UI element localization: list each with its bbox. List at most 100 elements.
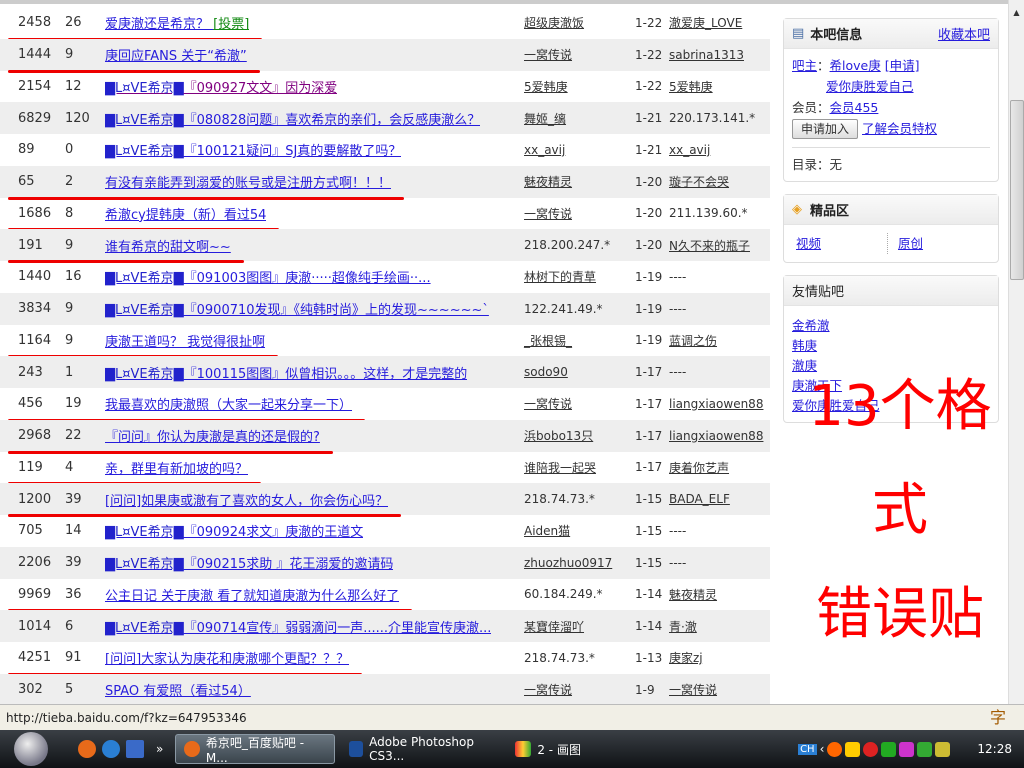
thread-title: 『091003图图』庚澈·····超像纯手绘画··... — [183, 271, 431, 287]
last-reply-link[interactable]: ---- — [669, 365, 686, 379]
thread-title-link[interactable]: ▇L¤VE希京▇『100121疑问』SJ真的要解散了吗？ — [105, 140, 401, 159]
last-reply-link[interactable]: xx_avij — [669, 143, 710, 157]
last-reply-link[interactable]: 青·澈 — [669, 618, 697, 635]
player-icon[interactable] — [827, 741, 843, 757]
scroll-up-arrow-icon[interactable]: ▲ — [1009, 8, 1024, 17]
member-privileges-link[interactable]: 了解会员特权 — [862, 121, 937, 136]
last-reply-link[interactable]: 澈爱庚_LOVE — [669, 14, 742, 31]
language-indicator[interactable]: CH — [798, 743, 817, 755]
tray-app-icon[interactable] — [917, 741, 933, 757]
last-reply-link[interactable]: ---- — [669, 524, 686, 538]
thread-title-link[interactable]: 谁有希京的甜文啊~~ — [105, 236, 231, 255]
featured-original-link[interactable]: 原创 — [888, 233, 923, 254]
task-photoshop[interactable]: Adobe Photoshop CS3... — [341, 734, 501, 764]
friend-link[interactable]: 韩庚 — [792, 338, 817, 353]
last-reply-link[interactable]: 庚着你艺声 — [669, 459, 729, 476]
author-link[interactable]: 超级庚澈饭 — [524, 14, 584, 31]
thread-title-link[interactable]: 希澈cy提韩庚（新）看过54 — [105, 204, 266, 223]
last-reply-link[interactable]: 一窝传说 — [669, 681, 717, 698]
vote-tag[interactable]: [投票] — [213, 17, 249, 32]
thread-title-link[interactable]: ▇L¤VE希京▇『090924求文』庚澈的王道文 — [105, 521, 363, 540]
last-reply-link[interactable]: 魅夜精灵 — [669, 586, 717, 603]
thread-title-link[interactable]: [问问]大家认为庚花和庚澈哪个更配？？？ — [105, 648, 349, 667]
thread-title-link[interactable]: 庚澈王道吗？ 我觉得很扯啊 — [105, 331, 265, 350]
last-reply-link[interactable]: liangxiaowen88 — [669, 429, 763, 443]
author-link[interactable]: 某寶倖溜吖 — [524, 618, 584, 635]
last-reply-link[interactable]: N久不来的瓶子 — [669, 237, 750, 254]
author-link[interactable]: sodo90 — [524, 365, 568, 379]
thread-title-link[interactable]: 有没有亲能弄到溺爱的账号或是注册方式啊！！！ — [105, 172, 391, 191]
author-link[interactable]: 5爱韩庚 — [524, 78, 568, 95]
author-link[interactable]: zhuozhuo0917 — [524, 556, 612, 570]
quicklaunch-icon[interactable] — [126, 740, 144, 758]
author-link[interactable]: 一窝传说 — [524, 395, 572, 412]
featured-video-link[interactable]: 视频 — [796, 233, 888, 254]
thread-title-link[interactable]: ▇L¤VE希京▇『090714宣传』弱弱滴问一声......介里能宣传庚澈... — [105, 617, 491, 636]
thread-title-link[interactable]: ▇L¤VE希京▇『100115图图』似曾相识。。。这样，才是完整的 — [105, 363, 467, 382]
thread-title-link[interactable]: ▇L¤VE希京▇『090927文文』因为深爱 — [105, 77, 337, 96]
author-link[interactable]: 一窝传说 — [524, 46, 572, 63]
task-firefox[interactable]: 希京吧_百度贴吧 - M... — [175, 734, 336, 765]
author-link[interactable]: 林树下的青草 — [524, 268, 596, 285]
author-link[interactable]: Aiden猫 — [524, 522, 570, 539]
author-link[interactable]: 浜bobo13只 — [524, 427, 593, 444]
thread-title-link[interactable]: 亲，群里有新加坡的吗？ — [105, 458, 248, 477]
last-reply-link[interactable]: BADA_ELF — [669, 492, 730, 506]
thread-title-link[interactable]: 我最喜欢的庚澈照（大家一起来分享一下） — [105, 394, 352, 413]
thread-title-link[interactable]: ▇L¤VE希京▇『090215求助 』花王溺爱的邀请码 — [105, 553, 393, 572]
last-reply-link[interactable]: ---- — [669, 302, 686, 316]
thread-title-link[interactable]: 公主日记 关于庚澈 看了就知道庚澈为什么那么好了 — [105, 585, 399, 604]
friend-link[interactable]: 庚澈天下 — [792, 378, 842, 393]
apply-link[interactable]: [申请] — [885, 58, 920, 73]
thread-title: SPAO 有爱照（看过54） — [105, 684, 251, 700]
thread-title-link[interactable]: ▇L¤VE希京▇『080828问题』喜欢希京的亲们，会反感庚澈么？ — [105, 109, 480, 128]
last-reply-link[interactable]: sabrina1313 — [669, 48, 744, 62]
firefox-icon[interactable] — [78, 740, 96, 758]
tray-expand-icon[interactable]: ‹ — [820, 742, 825, 756]
owner-label[interactable]: 吧主 — [792, 58, 817, 73]
task-paint[interactable]: 2 - 画图 — [507, 734, 667, 764]
last-reply-link[interactable]: ---- — [669, 556, 686, 570]
tray-app-icon[interactable] — [899, 741, 915, 757]
scrollbar-thumb[interactable] — [1010, 100, 1024, 280]
last-reply-link[interactable]: ---- — [669, 270, 686, 284]
author-link[interactable]: 一窝传说 — [524, 681, 572, 698]
last-reply-link[interactable]: 211.139.60.* — [669, 206, 748, 220]
join-button[interactable]: 申请加入 — [792, 119, 859, 139]
start-button[interactable] — [14, 732, 48, 766]
last-reply-link[interactable]: 璇子不会哭 — [669, 173, 729, 190]
author-link[interactable]: xx_avij — [524, 143, 565, 157]
last-reply-link[interactable]: 220.173.141.* — [669, 111, 755, 125]
thread-title-link[interactable]: 『问问』你认为庚澈是真的还是假的? — [105, 426, 320, 445]
thread-title-link[interactable]: SPAO 有爱照（看过54） — [105, 680, 251, 699]
last-reply-link[interactable]: 5爱韩庚 — [669, 78, 713, 95]
owner-link[interactable]: 希love庚 — [830, 58, 881, 73]
thread-title-link[interactable]: 庚回应FANS 关于“希澈” — [105, 45, 247, 64]
ie-icon[interactable] — [102, 740, 120, 758]
author-link[interactable]: 谁陪我一起哭 — [524, 459, 596, 476]
favorite-link[interactable]: 收藏本吧 — [938, 24, 990, 43]
quicklaunch-chevron[interactable]: » — [156, 742, 163, 756]
tray-app-icon[interactable] — [881, 741, 897, 757]
owner-link[interactable]: 爱你庚胜爱自己 — [826, 79, 914, 94]
author-link[interactable]: 一窝传说 — [524, 205, 572, 222]
members-link[interactable]: 会员455 — [830, 100, 879, 115]
author-link[interactable]: _张根锡_ — [524, 332, 572, 349]
thread-title-link[interactable]: ▇L¤VE希京▇『0900710发现』《纯韩时尚》上的发现~~~~~~` — [105, 299, 489, 318]
last-reply-link[interactable]: 蓝调之伤 — [669, 332, 717, 349]
thread-title-link[interactable]: ▇L¤VE希京▇『091003图图』庚澈·····超像纯手绘画··... — [105, 267, 431, 286]
last-reply-link[interactable]: 庚家zj — [669, 649, 703, 666]
tray-app-icon[interactable] — [935, 741, 951, 757]
friend-link[interactable]: 金希澈 — [792, 318, 830, 333]
thread-title-link[interactable]: [问问]如果庚或澈有了喜欢的女人，你会伤心吗？ — [105, 490, 388, 509]
vertical-scrollbar[interactable]: ▲ — [1008, 0, 1024, 704]
thread-title-link[interactable]: 爱庚澈还是希京？ [投票] — [105, 13, 249, 32]
author-link[interactable]: 舞姬_缡 — [524, 110, 566, 127]
author-link[interactable]: 魅夜精灵 — [524, 173, 572, 190]
friend-link[interactable]: 爱你庚胜爱自己 — [792, 398, 880, 413]
qq-icon[interactable] — [845, 741, 861, 757]
last-reply-link[interactable]: liangxiaowen88 — [669, 397, 763, 411]
friend-link[interactable]: 澈庚 — [792, 358, 817, 373]
antivirus-icon[interactable] — [863, 741, 879, 757]
ime-icon[interactable]: 字 — [990, 705, 1006, 731]
